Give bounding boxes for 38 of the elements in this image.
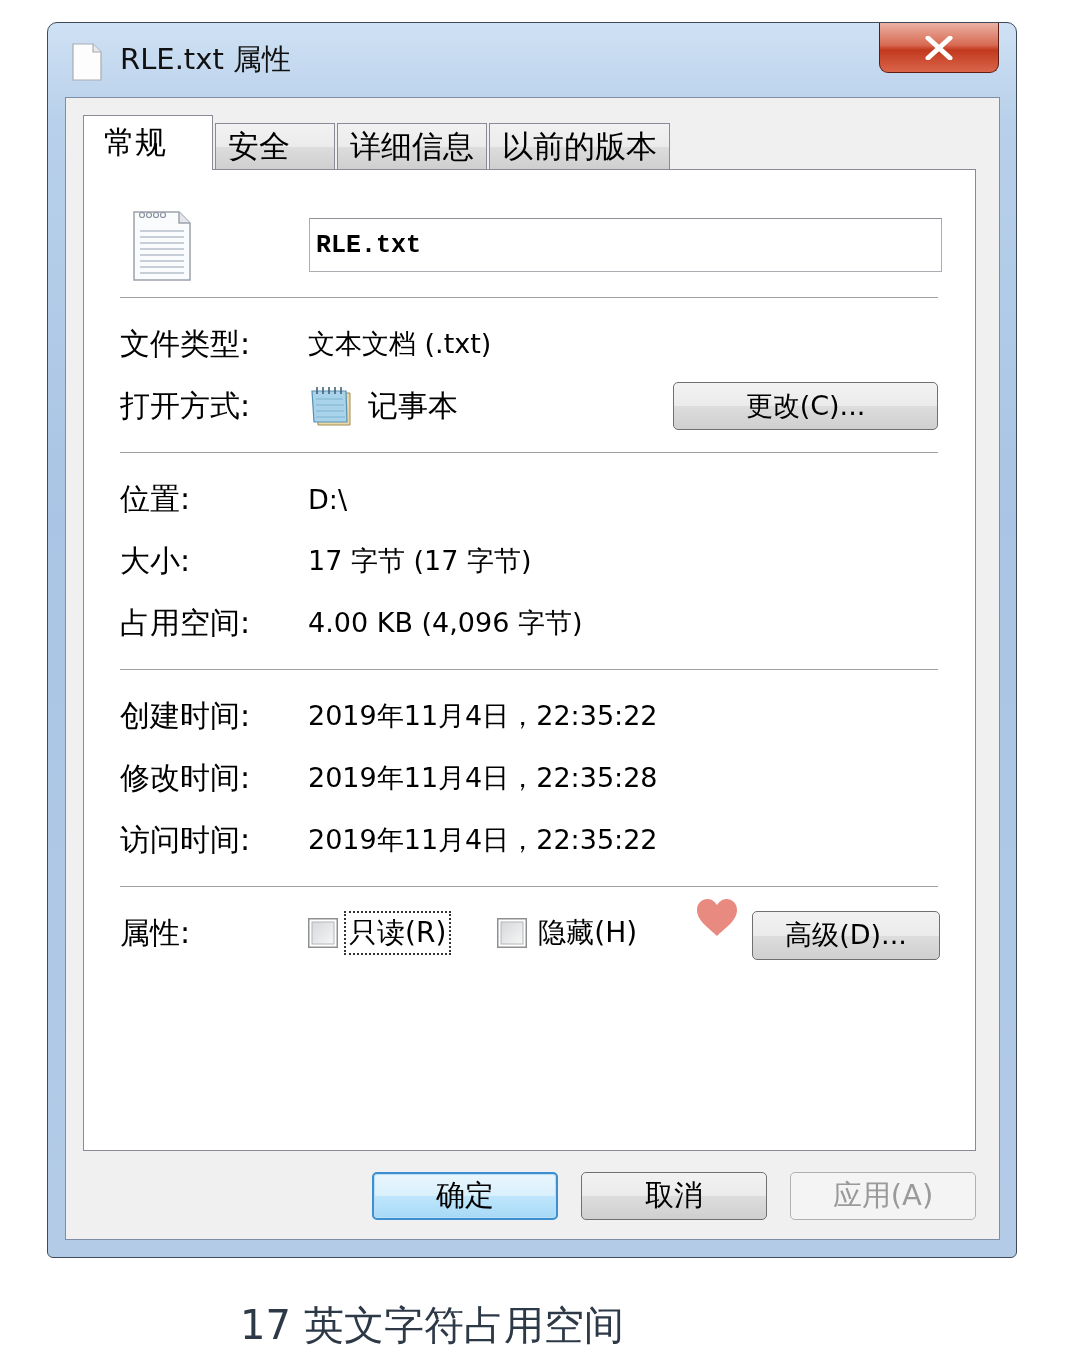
caption-text: 17 英文字符占用空间 [239, 1301, 625, 1349]
property-value: 2019年11月4日，22:35:22 [308, 699, 658, 733]
property-label: 创建时间: [120, 696, 252, 735]
close-button[interactable] [879, 23, 999, 73]
property-value: 17 字节 (17 字节) [308, 544, 532, 578]
property-label: 文件类型: [120, 324, 252, 363]
app-name: 记事本 [368, 386, 458, 425]
tab[interactable]: 详细信息 [337, 123, 487, 169]
close-icon [924, 35, 954, 60]
property-value: D:\ [308, 483, 347, 515]
change-button[interactable]: 更改(C)... [673, 382, 938, 430]
property-label: 占用空间: [120, 603, 252, 642]
property-label: 大小: [120, 541, 192, 580]
file-icon [72, 43, 102, 81]
property-value: 2019年11月4日，22:35:22 [308, 823, 658, 857]
property-label: 打开方式: [120, 386, 252, 425]
file-name-field[interactable]: RLE.txt [309, 218, 942, 272]
tab[interactable]: 安全 [215, 123, 335, 169]
checkbox[interactable] [497, 918, 528, 948]
property-label: 访问时间: [120, 820, 252, 859]
heart-icon [696, 899, 738, 937]
window-title: RLE.txt 属性 [120, 41, 291, 78]
tab[interactable]: 以前的版本 [489, 123, 670, 169]
property-label: 修改时间: [120, 758, 252, 797]
dialog-button[interactable]: 确定 [372, 1172, 558, 1220]
notepad-icon [310, 386, 352, 426]
property-value: 4.00 KB (4,096 字节) [308, 606, 583, 640]
checkbox[interactable] [308, 918, 338, 948]
tab[interactable]: 常规 [83, 115, 213, 170]
property-value: 文本文档 (.txt) [308, 327, 492, 361]
checkbox-label[interactable]: 隐藏(H) [533, 911, 643, 955]
checkbox-label[interactable]: 只读(R) [344, 911, 452, 955]
property-label: 属性: [120, 913, 192, 952]
property-value: 2019年11月4日，22:35:28 [308, 761, 658, 795]
dialog-button[interactable]: 取消 [581, 1172, 767, 1220]
advanced-button[interactable]: 高级(D)... [752, 910, 940, 960]
property-label: 位置: [120, 479, 192, 518]
text-file-icon [133, 209, 191, 281]
